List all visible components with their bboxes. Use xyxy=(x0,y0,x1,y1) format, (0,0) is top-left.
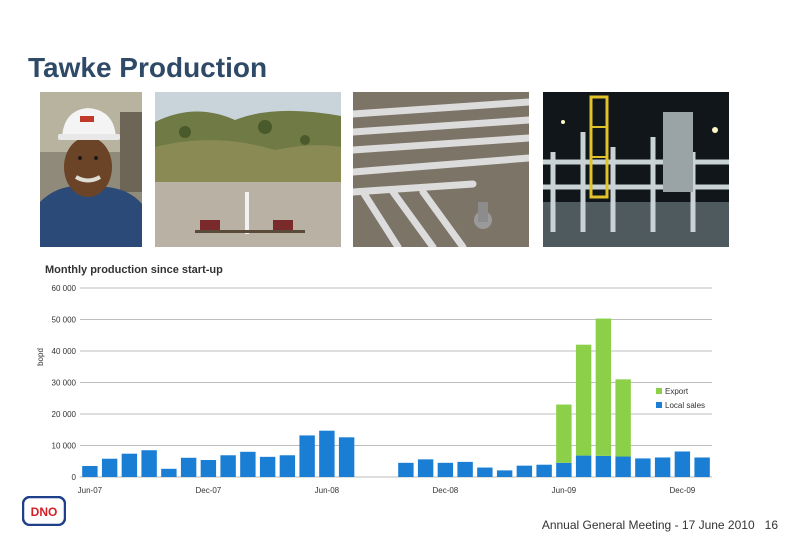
bar-local-sales xyxy=(496,470,513,477)
x-tick-label: Jun-07 xyxy=(78,486,103,495)
bar-local-sales xyxy=(141,450,157,477)
production-bar-chart: 0 10 000 20 000 30 000 40 000 50 000 60 000 Ju… xyxy=(36,284,712,495)
x-tick-label: Dec-08 xyxy=(432,486,458,495)
x-tick-label: Dec-09 xyxy=(669,486,695,495)
y-tick-label: 40 000 xyxy=(52,347,77,356)
bar-local-sales xyxy=(279,455,296,477)
bar-local-sales xyxy=(299,435,315,477)
page-title: Tawke Production xyxy=(28,52,268,83)
bar-export xyxy=(615,379,631,457)
legend-swatch xyxy=(656,402,662,408)
bar-local-sales xyxy=(398,462,414,477)
bar-local-sales xyxy=(536,464,552,477)
bar-local-sales xyxy=(200,459,217,477)
footer-meeting: Annual General Meeting - 17 June 2010 xyxy=(541,518,755,532)
bar-local-sales xyxy=(240,451,256,477)
bar-export xyxy=(556,404,572,463)
pipelines-photo xyxy=(353,92,529,247)
bar-export xyxy=(595,318,612,456)
worker-photo xyxy=(40,92,142,247)
y-tick-label: 50 000 xyxy=(52,316,77,325)
dno-logo: DNO xyxy=(22,496,66,526)
bar-export xyxy=(575,344,592,456)
bar-local-sales xyxy=(674,451,691,477)
legend-label: Local sales xyxy=(665,401,705,410)
bar-local-sales xyxy=(595,455,612,477)
bar-local-sales xyxy=(654,457,671,477)
bar-local-sales xyxy=(259,456,276,477)
bar-local-sales xyxy=(437,462,454,477)
bar-local-sales xyxy=(82,465,98,477)
bar-local-sales xyxy=(556,462,572,477)
logo-text: DNO xyxy=(31,505,58,519)
bar-local-sales xyxy=(121,453,138,477)
bar-local-sales xyxy=(319,430,335,477)
bar-local-sales xyxy=(220,455,236,477)
bar-local-sales xyxy=(457,461,473,477)
bar-local-sales xyxy=(101,458,118,477)
x-tick-label: Jun-08 xyxy=(315,486,340,495)
bar-local-sales xyxy=(161,468,177,477)
bar-local-sales xyxy=(615,456,631,477)
legend-label: Export xyxy=(665,387,689,396)
x-tick-label: Jun-09 xyxy=(552,486,577,495)
chart-title: Monthly production since start-up xyxy=(45,264,223,276)
y-tick-label: 10 000 xyxy=(52,442,77,451)
y-tick-label: 60 000 xyxy=(52,284,77,293)
y-tick-label: 0 xyxy=(72,473,77,482)
y-tick-label: 20 000 xyxy=(52,410,77,419)
bar-local-sales xyxy=(694,457,710,477)
footer-page-number: 16 xyxy=(764,518,778,532)
bar-local-sales xyxy=(417,459,434,477)
wellsite-landscape-photo xyxy=(155,92,341,247)
x-tick-label: Dec-07 xyxy=(195,486,221,495)
y-axis-label: bopd xyxy=(36,348,45,366)
legend-swatch xyxy=(656,388,662,394)
bar-local-sales xyxy=(338,437,355,477)
bar-local-sales xyxy=(516,465,533,477)
y-tick-label: 30 000 xyxy=(52,379,77,388)
bar-local-sales xyxy=(477,467,493,477)
bar-local-sales xyxy=(180,457,197,477)
processing-facility-photo xyxy=(543,92,729,247)
bar-local-sales xyxy=(635,458,651,477)
footer: Annual General Meeting - 17 June 2010 16 xyxy=(542,518,778,532)
bar-local-sales xyxy=(575,455,592,477)
